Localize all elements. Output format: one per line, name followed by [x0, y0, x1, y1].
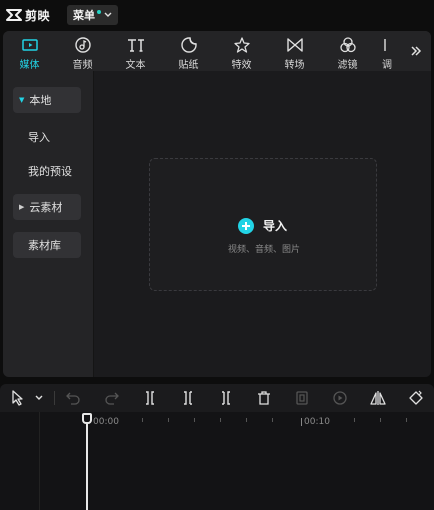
play-reverse-button[interactable] [331, 389, 349, 407]
sidebar-item-my-presets[interactable]: 我的预设 [13, 158, 81, 184]
notification-dot [97, 10, 101, 14]
tab-label: 音频 [72, 60, 93, 71]
sidebar-item-label: 导入 [28, 131, 50, 144]
caret-right-icon: ▶ [19, 203, 25, 211]
toolbar-divider [54, 391, 55, 405]
tab-filter[interactable]: 滤镜 [321, 31, 374, 71]
filter-icon [339, 37, 356, 53]
timeline[interactable]: 00:00 00:10 [0, 412, 434, 510]
sidebar-item-label: 本地 [29, 94, 52, 107]
plus-icon [238, 217, 254, 234]
sidebar-item-label: 云素材 [29, 201, 63, 214]
app-logo: 剪映 [6, 7, 50, 23]
sidebar-item-import[interactable]: 导入 [13, 124, 81, 150]
redo-icon [105, 392, 119, 405]
undo-icon [66, 392, 80, 405]
double-chevron-right-icon [411, 46, 422, 56]
media-icon [21, 39, 38, 51]
ruler-tick [406, 418, 407, 422]
tab-label: 滤镜 [337, 60, 358, 71]
tab-sticker[interactable]: 贴纸 [162, 31, 215, 71]
sidebar-item-label: 素材库 [28, 239, 61, 252]
freeze-frame-icon [296, 391, 308, 405]
effects-icon [233, 37, 250, 53]
ruler-tick [168, 418, 169, 422]
select-tool-dropdown[interactable] [30, 389, 48, 407]
import-dropzone[interactable]: 导入 视频、音频、图片 [149, 158, 377, 291]
sticker-icon [180, 37, 197, 53]
chevron-down-icon [35, 395, 43, 400]
redo-button[interactable] [103, 389, 121, 407]
trim-left-button[interactable] [179, 389, 197, 407]
ruler-tick [380, 418, 381, 422]
freeze-frame-button[interactable] [293, 389, 311, 407]
cursor-arrow-icon [12, 390, 23, 406]
import-hint: 视频、音频、图片 [227, 245, 300, 255]
sidebar-item-label: 我的预设 [28, 165, 72, 178]
trim-left-icon [184, 391, 192, 405]
playhead-line[interactable] [86, 416, 88, 510]
media-sidebar: ▼ 本地 导入 我的预设 ▶ 云素材 素材库 [3, 71, 94, 377]
material-panel: 媒体 音频 文本 贴纸 特效 转场 滤镜 调 ▼ 本地 导入 我的预设 ▶ 云素… [3, 31, 431, 377]
title-bar: 剪映 菜单 [0, 0, 434, 30]
more-tabs-button[interactable] [401, 31, 431, 71]
chevron-down-icon [104, 12, 112, 17]
undo-button[interactable] [64, 389, 82, 407]
caret-down-icon: ▼ [19, 96, 25, 104]
tab-text[interactable]: 文本 [109, 31, 162, 71]
sidebar-item-library[interactable]: 素材库 [13, 232, 81, 258]
category-tabs: 媒体 音频 文本 贴纸 特效 转场 滤镜 调 [3, 31, 431, 71]
tab-audio[interactable]: 音频 [56, 31, 109, 71]
track-header [0, 412, 40, 510]
tab-label: 调 [382, 60, 392, 71]
playhead-handle[interactable] [82, 413, 92, 424]
sidebar-item-local[interactable]: ▼ 本地 [13, 87, 81, 113]
rotate-button[interactable] [407, 389, 425, 407]
tab-transition[interactable]: 转场 [268, 31, 321, 71]
mirror-icon [370, 391, 386, 405]
menu-button[interactable]: 菜单 [67, 5, 118, 25]
adjust-icon [384, 39, 386, 51]
trim-right-button[interactable] [217, 389, 235, 407]
trash-icon [258, 391, 270, 405]
text-icon [127, 39, 144, 52]
delete-button[interactable] [255, 389, 273, 407]
ruler-tick [246, 418, 247, 422]
transition-icon [286, 38, 303, 52]
ruler-tick [220, 418, 221, 422]
ruler-tick [142, 418, 143, 422]
rotate-icon [409, 390, 423, 405]
tab-label: 贴纸 [178, 60, 199, 71]
tab-label: 转场 [284, 60, 305, 71]
select-tool-button[interactable] [9, 389, 27, 407]
timeline-toolbar [0, 384, 434, 412]
import-button[interactable]: 导入 [238, 217, 287, 234]
media-content: 导入 视频、音频、图片 [95, 71, 431, 377]
ruler-major-tick [301, 418, 302, 426]
tab-effects[interactable]: 特效 [215, 31, 268, 71]
ruler-tick [354, 418, 355, 422]
time-label: 00:10 [304, 417, 330, 427]
trim-right-icon [222, 391, 230, 405]
time-label: 00:00 [93, 417, 119, 427]
time-ruler[interactable]: 00:00 00:10 [40, 412, 434, 430]
ruler-tick [194, 418, 195, 422]
tab-label: 媒体 [19, 60, 40, 71]
split-icon [146, 391, 154, 405]
menu-label: 菜单 [73, 9, 95, 22]
play-circle-icon [333, 391, 347, 405]
sidebar-item-cloud[interactable]: ▶ 云素材 [13, 194, 81, 220]
capcut-logo-icon [6, 9, 22, 21]
tab-adjust[interactable]: 调 [374, 31, 394, 71]
mirror-button[interactable] [369, 389, 387, 407]
tab-label: 特效 [231, 60, 252, 71]
audio-icon [74, 37, 91, 53]
app-name: 剪映 [25, 8, 51, 23]
ruler-tick [272, 418, 273, 422]
split-button[interactable] [141, 389, 159, 407]
tab-label: 文本 [125, 60, 146, 71]
import-label: 导入 [263, 219, 288, 233]
tab-media[interactable]: 媒体 [3, 31, 56, 71]
